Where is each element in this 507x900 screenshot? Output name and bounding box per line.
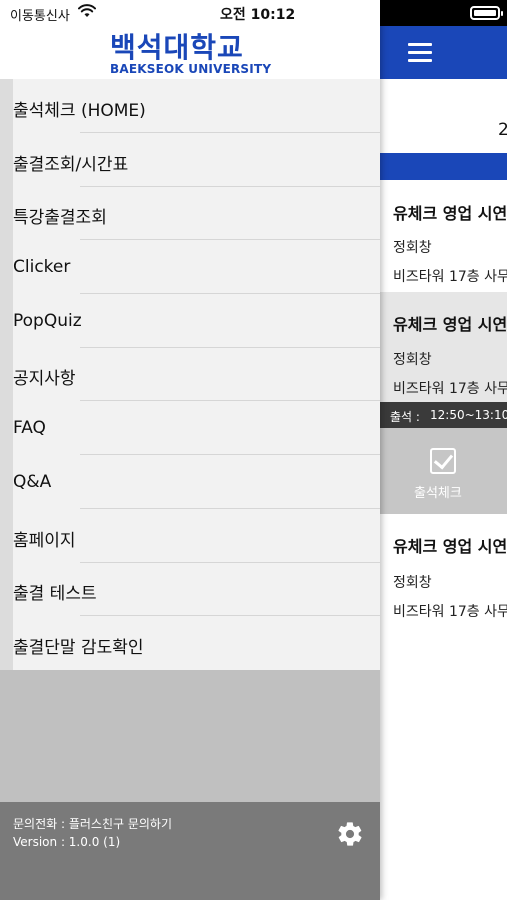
menu-item-label: 출결조회/시간표 (13, 155, 129, 175)
menu-item-label: 출결 테스트 (13, 584, 97, 604)
status-time: 오전 10:12 (220, 7, 296, 23)
menu-item-homepage[interactable]: 홈페이지 (0, 509, 380, 563)
menu-item-attendance-test[interactable]: 출결 테스트 (0, 562, 380, 616)
menu-item-label: 출석체크 (HOME) (13, 101, 146, 121)
menu-item-attendance-home[interactable]: 출석체크 (HOME) (0, 79, 380, 133)
logo-english: BAEKSEOK UNIVERSITY (110, 62, 272, 76)
menu-item-label: Q&A (13, 472, 52, 492)
battery-icon (470, 6, 503, 20)
date-text: 2 (498, 120, 507, 140)
app-version: Version : 1.0.0 (1) (13, 835, 121, 849)
drawer-footer: 문의전화 : 플러스친구 문의하기 Version : 1.0.0 (1) (0, 802, 380, 900)
university-logo: 백석대학교 BAEKSEOK UNIVERSITY (0, 26, 380, 79)
class-location: 비즈타워 17층 사무 (393, 381, 507, 397)
drawer-empty-area (0, 670, 380, 802)
class-card-selected[interactable]: 유체크 영업 시연 정회창 비즈타워 17층 사무 (380, 292, 507, 402)
status-bar-right (380, 0, 507, 26)
app-header (380, 26, 507, 79)
carrier-name: 이동통신사 (10, 9, 70, 24)
gear-icon[interactable] (336, 820, 364, 848)
class-title: 유체크 영업 시연 (393, 315, 507, 334)
logo-korean: 백석대학교 (110, 31, 244, 64)
class-title: 유체크 영업 시연 (393, 537, 507, 556)
menu-item-special-lecture[interactable]: 특강출결조회 (0, 186, 380, 240)
menu-item-attendance-timetable[interactable]: 출결조회/시간표 (0, 133, 380, 187)
date-row: 2 (380, 79, 507, 153)
main-content: 2 유체크 영업 시연 정회창 비즈타워 17층 사무 유체크 영업 시연 정회… (380, 0, 507, 900)
menu-item-label: 공지사항 (13, 369, 76, 389)
menu-item-label: Clicker (13, 257, 71, 277)
professor-name: 정회창 (393, 240, 432, 256)
class-location: 비즈타워 17층 사무 (393, 604, 507, 620)
professor-name: 정회창 (393, 575, 432, 591)
menu-item-label: 홈페이지 (13, 531, 76, 551)
menu-item-qna[interactable]: Q&A (0, 455, 380, 509)
menu-item-notice[interactable]: 공지사항 (0, 347, 380, 401)
checkin-button[interactable]: 출석체크 (380, 428, 507, 514)
drawer-menu: 출석체크 (HOME) 출결조회/시간표 특강출결조회 Clicker PopQ… (0, 79, 380, 670)
status-bar: 이동통신사 오전 10:12 (0, 0, 380, 26)
menu-item-sensitivity-check[interactable]: 출결단말 감도확인 (0, 616, 380, 670)
wifi-icon (78, 4, 96, 17)
menu-item-label: 특강출결조회 (13, 208, 107, 228)
menu-item-label: FAQ (13, 418, 46, 438)
class-card[interactable]: 유체크 영업 시연 정회창 비즈타워 17층 사무 (380, 514, 507, 634)
professor-name: 정회창 (393, 352, 432, 368)
checkin-label: 출석체크 (414, 486, 462, 501)
menu-item-popquiz[interactable]: PopQuiz (0, 294, 380, 348)
menu-item-label: PopQuiz (13, 311, 82, 331)
attendance-time-value: 12:50~13:10 (430, 408, 507, 422)
checkbox-icon (430, 448, 456, 474)
menu-item-label: 출결단말 감도확인 (13, 638, 144, 658)
menu-item-faq[interactable]: FAQ (0, 401, 380, 455)
class-title: 유체크 영업 시연 (393, 204, 507, 223)
class-location: 비즈타워 17층 사무 (393, 269, 507, 285)
section-strip (380, 153, 507, 180)
navigation-drawer: 이동통신사 오전 10:12 백석대학교 BAEKSEOK UNIVERSITY… (0, 0, 380, 900)
hamburger-menu-icon[interactable] (408, 43, 432, 63)
attendance-time-bar: 출석 : 12:50~13:10 (380, 402, 507, 428)
contact-info[interactable]: 문의전화 : 플러스친구 문의하기 (13, 815, 172, 832)
attendance-time-label: 출석 : (390, 410, 420, 424)
menu-item-clicker[interactable]: Clicker (0, 240, 380, 294)
class-card[interactable]: 유체크 영업 시연 정회창 비즈타워 17층 사무 (380, 180, 507, 292)
